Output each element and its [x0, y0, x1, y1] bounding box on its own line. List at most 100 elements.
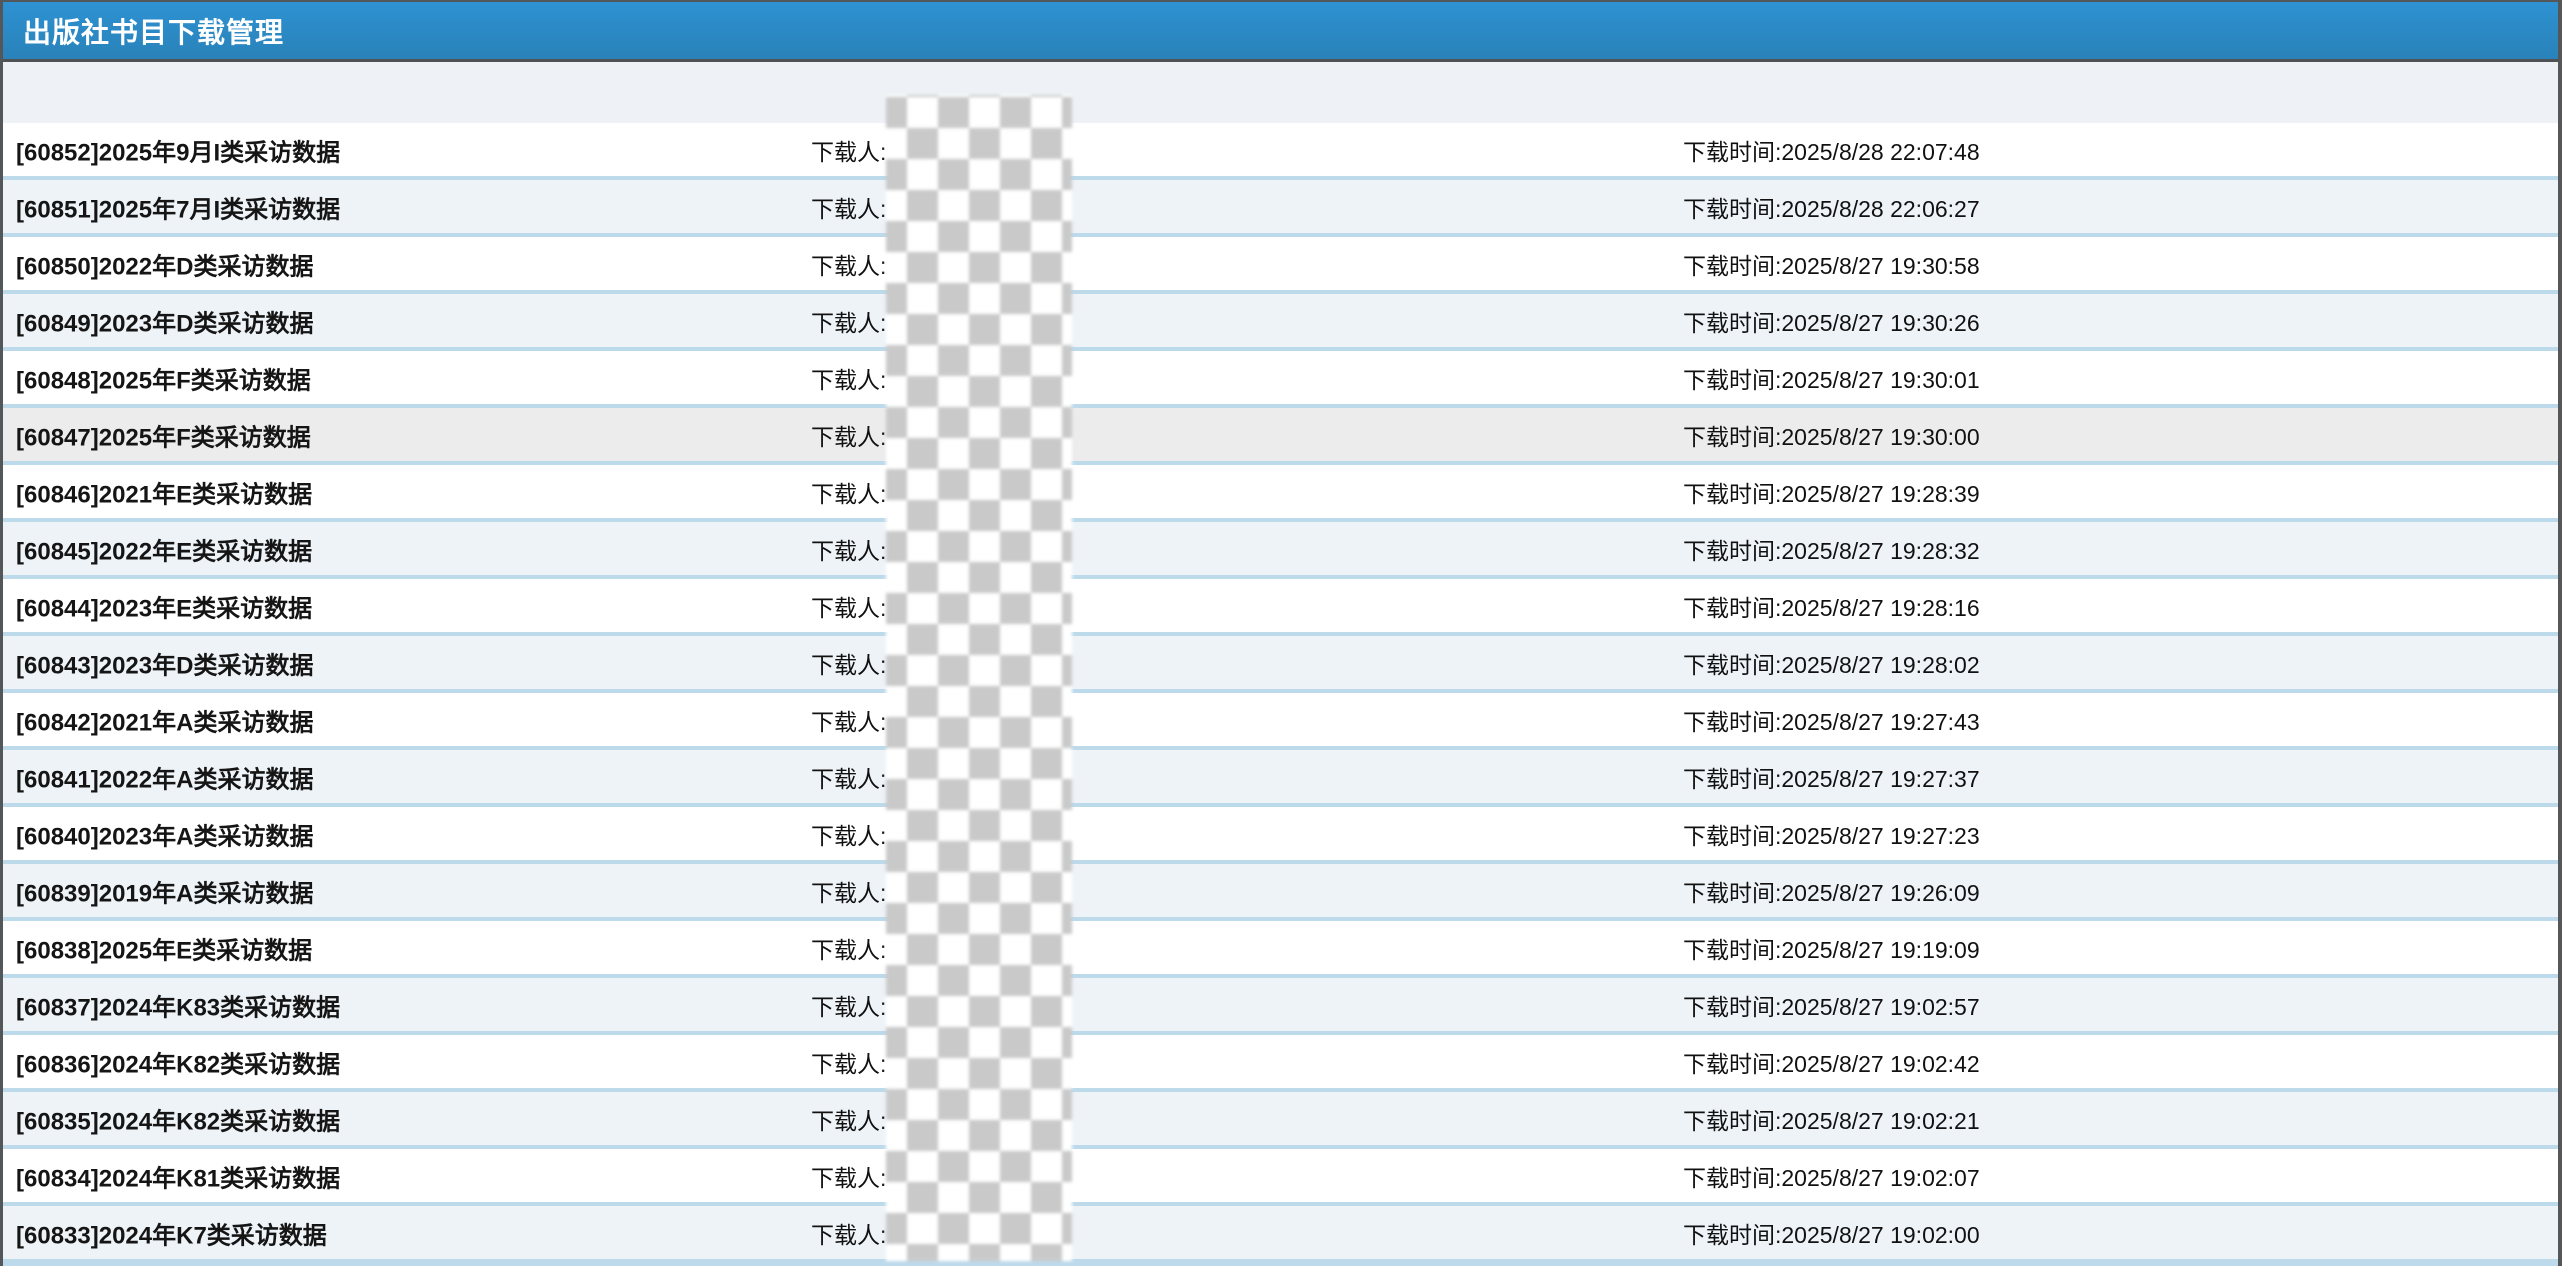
title-bar: 出版社书目下载管理: [3, 2, 2558, 62]
record-title: [60839]2019年A类采访数据: [16, 873, 313, 908]
download-time-label: 下载时间:2025/8/27 19:28:02: [1683, 646, 1980, 680]
record-title: [60840]2023年A类采访数据: [16, 816, 313, 851]
record-title: [60841]2022年A类采访数据: [16, 759, 313, 794]
download-time-prefix: 下载时间:: [1683, 709, 1781, 735]
download-record-row[interactable]: [60838]2025年E类采访数据 下载人: 下载时间:2025/8/27 1…: [3, 921, 2558, 978]
download-time-prefix: 下载时间:: [1683, 196, 1781, 222]
record-title: [60848]2025年F类采访数据: [16, 360, 311, 395]
download-record-row[interactable]: [60841]2022年A类采访数据 下载人: 下载时间:2025/8/27 1…: [3, 750, 2558, 807]
record-title: [60843]2023年D类采访数据: [16, 645, 313, 680]
download-record-row[interactable]: [60848]2025年F类采访数据 下载人: 下载时间:2025/8/27 1…: [3, 351, 2558, 408]
download-record-row[interactable]: [60849]2023年D类采访数据 下载人: 下载时间:2025/8/27 1…: [3, 294, 2558, 351]
downloader-label: 下载人:: [811, 532, 886, 566]
downloader-label: 下载人:: [811, 1216, 886, 1250]
record-title: [60844]2023年E类采访数据: [16, 588, 312, 623]
download-time-value: 2025/8/27 19:30:00: [1781, 424, 1979, 450]
app-window: 出版社书目下载管理 [60852]2025年9月I类采访数据 下载人: 下载时间…: [0, 0, 2562, 1266]
download-time-value: 2025/8/27 19:02:42: [1781, 1051, 1979, 1077]
record-title: [60842]2021年A类采访数据: [16, 702, 313, 737]
download-time-value: 2025/8/27 19:28:39: [1781, 481, 1979, 507]
record-title: [60835]2024年K82类采访数据: [16, 1101, 340, 1136]
record-title: [60850]2022年D类采访数据: [16, 246, 313, 281]
download-record-row[interactable]: [60842]2021年A类采访数据 下载人: 下载时间:2025/8/27 1…: [3, 693, 2558, 750]
download-record-row[interactable]: [60835]2024年K82类采访数据 下载人: 下载时间:2025/8/27…: [3, 1092, 2558, 1149]
downloader-label: 下载人:: [811, 190, 886, 224]
download-time-label: 下载时间:2025/8/27 19:28:32: [1683, 532, 1980, 566]
download-time-label: 下载时间:2025/8/28 22:07:48: [1683, 133, 1980, 167]
download-record-row[interactable]: [60836]2024年K82类采访数据 下载人: 下载时间:2025/8/27…: [3, 1035, 2558, 1092]
download-time-prefix: 下载时间:: [1683, 652, 1781, 678]
download-time-value: 2025/8/27 19:02:57: [1781, 994, 1979, 1020]
download-time-value: 2025/8/27 19:27:37: [1781, 766, 1979, 792]
record-title: [60849]2023年D类采访数据: [16, 303, 313, 338]
download-record-row[interactable]: [60847]2025年F类采访数据 下载人: 下载时间:2025/8/27 1…: [3, 408, 2558, 465]
page-title: 出版社书目下载管理: [3, 11, 284, 51]
downloader-label: 下载人:: [811, 874, 886, 908]
download-time-label: 下载时间:2025/8/27 19:27:23: [1683, 817, 1980, 851]
download-record-row[interactable]: [60839]2019年A类采访数据 下载人: 下载时间:2025/8/27 1…: [3, 864, 2558, 921]
download-record-row[interactable]: [60833]2024年K7类采访数据 下载人: 下载时间:2025/8/27 …: [3, 1206, 2558, 1263]
record-title: [60833]2024年K7类采访数据: [16, 1215, 327, 1250]
download-time-value: 2025/8/27 19:02:07: [1781, 1165, 1979, 1191]
download-time-value: 2025/8/27 19:30:01: [1781, 367, 1979, 393]
download-time-label: 下载时间:2025/8/27 19:02:07: [1683, 1159, 1980, 1193]
download-record-row[interactable]: [60852]2025年9月I类采访数据 下载人: 下载时间:2025/8/28…: [3, 123, 2558, 180]
download-time-label: 下载时间:2025/8/27 19:02:21: [1683, 1102, 1980, 1136]
download-time-label: 下载时间:2025/8/27 19:28:39: [1683, 475, 1980, 509]
download-record-row[interactable]: [60850]2022年D类采访数据 下载人: 下载时间:2025/8/27 1…: [3, 237, 2558, 294]
download-time-value: 2025/8/27 19:02:21: [1781, 1108, 1979, 1134]
download-time-prefix: 下载时间:: [1683, 310, 1781, 336]
record-title: [60837]2024年K83类采访数据: [16, 987, 340, 1022]
record-title: [60836]2024年K82类采访数据: [16, 1044, 340, 1079]
download-time-value: 2025/8/27 19:30:26: [1781, 310, 1979, 336]
download-time-value: 2025/8/28 22:07:48: [1781, 139, 1979, 165]
download-time-label: 下载时间:2025/8/27 19:19:09: [1683, 931, 1980, 965]
download-time-prefix: 下载时间:: [1683, 595, 1781, 621]
download-time-prefix: 下载时间:: [1683, 937, 1781, 963]
download-time-value: 2025/8/27 19:26:09: [1781, 880, 1979, 906]
download-record-row[interactable]: [60843]2023年D类采访数据 下载人: 下载时间:2025/8/27 1…: [3, 636, 2558, 693]
downloader-label: 下载人:: [811, 1159, 886, 1193]
download-record-row[interactable]: [60840]2023年A类采访数据 下载人: 下载时间:2025/8/27 1…: [3, 807, 2558, 864]
downloader-label: 下载人:: [811, 475, 886, 509]
downloader-label: 下载人:: [811, 247, 886, 281]
download-time-prefix: 下载时间:: [1683, 1051, 1781, 1077]
download-time-value: 2025/8/27 19:02:00: [1781, 1222, 1979, 1248]
download-time-label: 下载时间:2025/8/27 19:27:43: [1683, 703, 1980, 737]
download-record-row[interactable]: [60851]2025年7月I类采访数据 下载人: 下载时间:2025/8/28…: [3, 180, 2558, 237]
record-title: [60846]2021年E类采访数据: [16, 474, 312, 509]
download-time-value: 2025/8/27 19:27:43: [1781, 709, 1979, 735]
downloader-label: 下载人:: [811, 1102, 886, 1136]
download-record-row[interactable]: [60846]2021年E类采访数据 下载人: 下载时间:2025/8/27 1…: [3, 465, 2558, 522]
download-time-label: 下载时间:2025/8/27 19:02:00: [1683, 1216, 1980, 1250]
download-time-prefix: 下载时间:: [1683, 139, 1781, 165]
download-time-value: 2025/8/27 19:28:16: [1781, 595, 1979, 621]
download-record-row[interactable]: [60834]2024年K81类采访数据 下载人: 下载时间:2025/8/27…: [3, 1149, 2558, 1206]
download-time-prefix: 下载时间:: [1683, 1108, 1781, 1134]
download-time-label: 下载时间:2025/8/27 19:27:37: [1683, 760, 1980, 794]
record-title: [60851]2025年7月I类采访数据: [16, 189, 340, 224]
download-time-label: 下载时间:2025/8/27 19:30:26: [1683, 304, 1980, 338]
download-time-prefix: 下载时间:: [1683, 1165, 1781, 1191]
download-time-value: 2025/8/28 22:06:27: [1781, 196, 1979, 222]
downloader-label: 下载人:: [811, 361, 886, 395]
download-time-value: 2025/8/27 19:19:09: [1781, 937, 1979, 963]
download-time-label: 下载时间:2025/8/27 19:02:42: [1683, 1045, 1980, 1079]
downloader-label: 下载人:: [811, 1045, 886, 1079]
downloader-label: 下载人:: [811, 589, 886, 623]
download-record-row[interactable]: [60837]2024年K83类采访数据 下载人: 下载时间:2025/8/27…: [3, 978, 2558, 1035]
download-time-value: 2025/8/27 19:28:32: [1781, 538, 1979, 564]
download-time-label: 下载时间:2025/8/28 22:06:27: [1683, 190, 1980, 224]
download-time-prefix: 下载时间:: [1683, 367, 1781, 393]
download-time-label: 下载时间:2025/8/27 19:02:57: [1683, 988, 1980, 1022]
download-time-value: 2025/8/27 19:28:02: [1781, 652, 1979, 678]
downloader-label: 下载人:: [811, 988, 886, 1022]
download-record-row[interactable]: [60844]2023年E类采访数据 下载人: 下载时间:2025/8/27 1…: [3, 579, 2558, 636]
download-time-value: 2025/8/27 19:30:58: [1781, 253, 1979, 279]
downloader-label: 下载人:: [811, 646, 886, 680]
download-time-label: 下载时间:2025/8/27 19:30:01: [1683, 361, 1980, 395]
content-header-strip: [3, 62, 2558, 123]
download-record-row[interactable]: [60845]2022年E类采访数据 下载人: 下载时间:2025/8/27 1…: [3, 522, 2558, 579]
downloader-label: 下载人:: [811, 418, 886, 452]
download-time-prefix: 下载时间:: [1683, 253, 1781, 279]
